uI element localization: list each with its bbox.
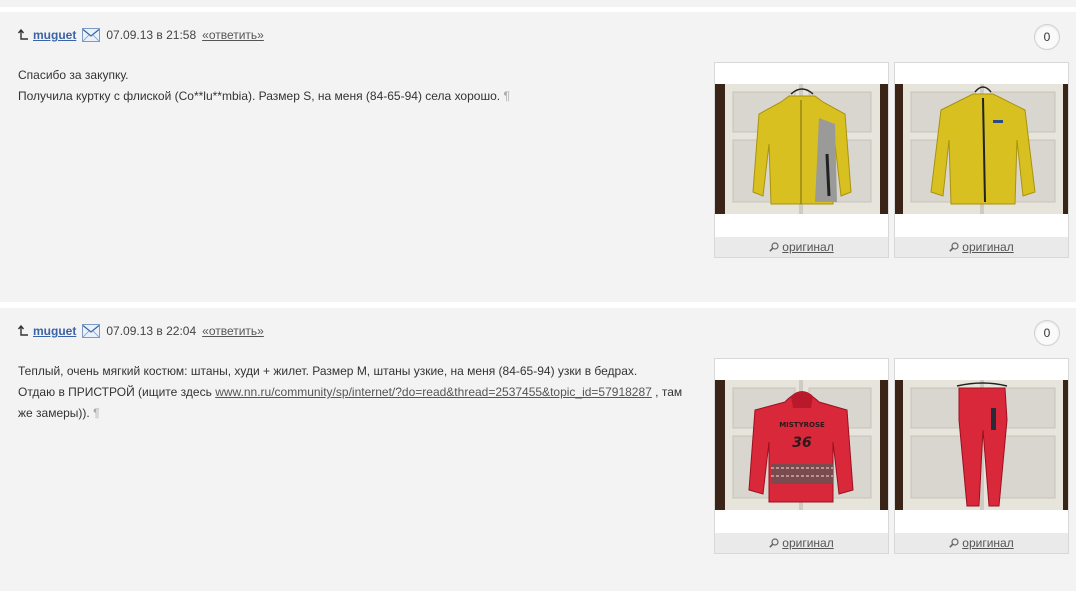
author-link[interactable]: muguet xyxy=(33,324,76,338)
comment-datetime: 07.09.13 в 21:58 xyxy=(106,28,197,42)
comment-text: Спасибо за закупку. Получила куртку с фл… xyxy=(18,65,703,107)
comment-line-text: Получила куртку с флиской (Co**lu**mbia)… xyxy=(18,89,501,103)
jacket-photo[interactable] xyxy=(715,84,888,214)
image-thumbnail: оригинал xyxy=(894,62,1069,258)
image-thumbnail: оригинал xyxy=(714,62,889,258)
reply-arrow-icon[interactable] xyxy=(18,29,29,41)
thumbnail-footer: оригинал xyxy=(895,533,1068,553)
reply-arrow-icon[interactable] xyxy=(18,325,29,337)
envelope-icon[interactable] xyxy=(82,28,101,42)
comment-header: muguet 07.09.13 в 21:58 «ответить» xyxy=(18,26,264,44)
comment-header: muguet 07.09.13 в 22:04 «ответить» xyxy=(18,322,264,340)
envelope-icon[interactable] xyxy=(82,324,101,338)
magnifier-icon xyxy=(949,538,959,548)
comment-line: Теплый, очень мягкий костюм: штаны, худи… xyxy=(18,364,638,378)
comment-text: Теплый, очень мягкий костюм: штаны, худи… xyxy=(18,361,703,424)
comment-line-text: Отдаю в ПРИСТРОЙ (ищите здесь xyxy=(18,385,216,399)
reply-link[interactable]: «ответить» xyxy=(202,28,264,42)
image-thumbnail: MISTYROSE 36 оригинал xyxy=(714,358,889,554)
vote-counter[interactable]: 0 xyxy=(1034,24,1060,50)
magnifier-icon xyxy=(769,538,779,548)
hoodie-print-top: MISTYROSE xyxy=(779,421,825,429)
trousers-photo[interactable] xyxy=(895,380,1068,510)
thumbnail-footer: оригинал xyxy=(895,237,1068,257)
comment-line-text: же замеры)). xyxy=(18,406,90,420)
pilcrow-mark: ¶ xyxy=(93,406,100,420)
original-link[interactable]: оригинал xyxy=(782,536,833,550)
image-thumbnail: оригинал xyxy=(894,358,1069,554)
original-link[interactable]: оригинал xyxy=(782,240,833,254)
comment-line: же замеры)). ¶ xyxy=(18,403,703,424)
comment-datetime: 07.09.13 в 22:04 xyxy=(106,324,197,338)
comment-line: Спасибо за закупку. xyxy=(18,68,129,82)
comment-line: Отдаю в ПРИСТРОЙ (ищите здесь www.nn.ru/… xyxy=(18,382,703,403)
original-link[interactable]: оригинал xyxy=(962,240,1013,254)
magnifier-icon xyxy=(769,242,779,252)
external-link[interactable]: www.nn.ru/community/sp/internet/?do=read… xyxy=(215,385,652,399)
top-strip xyxy=(0,0,1076,7)
comment-line-text: , там xyxy=(651,385,683,399)
original-link[interactable]: оригинал xyxy=(962,536,1013,550)
pilcrow-mark: ¶ xyxy=(503,89,510,103)
comment-line: Получила куртку с флиской (Co**lu**mbia)… xyxy=(18,86,703,107)
comment: muguet 07.09.13 в 22:04 «ответить» 0 Теп… xyxy=(0,308,1076,591)
comment: muguet 07.09.13 в 21:58 «ответить» 0 Спа… xyxy=(0,12,1076,302)
thumbnail-footer: оригинал xyxy=(715,533,888,553)
thumbnail-footer: оригинал xyxy=(715,237,888,257)
magnifier-icon xyxy=(949,242,959,252)
author-link[interactable]: muguet xyxy=(33,28,76,42)
hoodie-print-number: 36 xyxy=(792,435,812,451)
fleece-photo[interactable] xyxy=(895,84,1068,214)
reply-link[interactable]: «ответить» xyxy=(202,324,264,338)
hoodie-photo[interactable]: MISTYROSE 36 xyxy=(715,380,888,510)
vote-counter[interactable]: 0 xyxy=(1034,320,1060,346)
